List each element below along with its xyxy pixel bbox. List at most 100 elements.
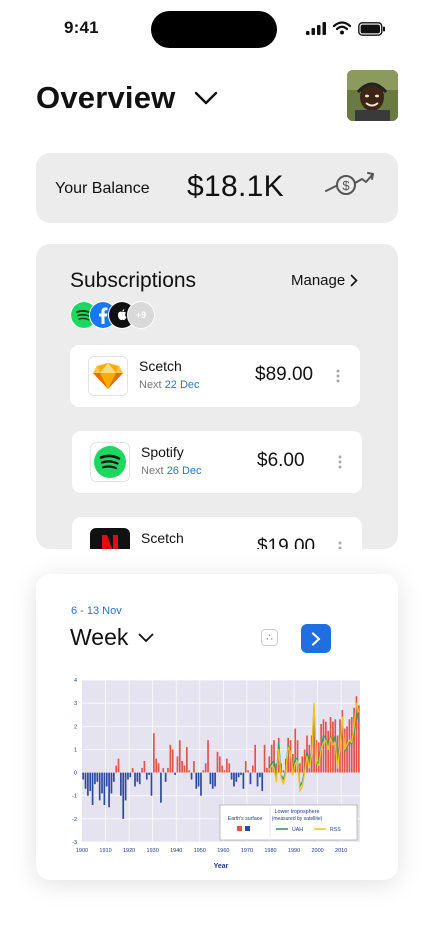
manage-label: Manage	[291, 272, 346, 289]
surface-bar	[87, 772, 89, 796]
y-tick-label: -3	[72, 840, 77, 846]
more-subscriptions-badge: +9	[127, 301, 155, 329]
sketch-icon	[88, 356, 128, 396]
status-bar: 9:41	[0, 0, 428, 60]
manage-link[interactable]: Manage	[291, 272, 358, 289]
chevron-down-icon	[138, 633, 154, 642]
legend-surface-warm-swatch	[237, 826, 242, 831]
subscription-price: $6.00	[257, 450, 305, 471]
subscriptions-panel: Subscriptions Manage +9 Scetch Next 22 D…	[36, 244, 398, 549]
surface-bar	[190, 772, 193, 780]
surface-bar	[178, 740, 181, 773]
y-tick-label: -2	[72, 817, 77, 823]
subscription-item[interactable]: Spotify Next 26 Dec $6.00	[72, 431, 362, 493]
period-title: Week	[70, 624, 129, 650]
surface-bar	[211, 772, 214, 789]
surface-bar	[254, 744, 257, 773]
subscription-item[interactable]: Scetch Next 22 Dec $89.00	[70, 345, 360, 407]
surface-bar	[110, 772, 113, 794]
surface-bar	[251, 765, 254, 773]
surface-bar	[244, 761, 247, 773]
surface-bar	[185, 747, 188, 773]
y-axis-ticks: 4 3 2 1 0 -1 -2 -3	[72, 678, 77, 846]
surface-bar	[230, 772, 233, 780]
surface-bar	[223, 770, 226, 773]
surface-bar	[329, 717, 332, 773]
surface-bar	[89, 772, 92, 792]
surface-bar	[127, 772, 129, 780]
legend-satellite-title: Lower troposphere	[275, 809, 320, 815]
surface-bar	[136, 772, 139, 782]
surface-bar	[145, 772, 148, 780]
wifi-icon	[333, 21, 351, 35]
surface-bar	[82, 772, 85, 780]
balance-label: Your Balance	[55, 180, 150, 197]
surface-bar	[157, 763, 160, 773]
x-tick-label: 1920	[123, 848, 135, 854]
subscription-name: Spotify	[141, 444, 184, 460]
x-tick-label: 1980	[264, 848, 276, 854]
surface-bar	[134, 772, 136, 787]
x-tick-label: 2010	[335, 848, 347, 854]
surface-bar	[129, 772, 132, 778]
surface-bar	[202, 770, 205, 773]
legend-surface-cool-swatch	[245, 826, 250, 831]
subscription-price: $89.00	[255, 364, 314, 385]
surface-bar	[228, 763, 231, 773]
surface-bar	[332, 721, 334, 773]
y-tick-label: -1	[72, 794, 77, 800]
surface-bar	[164, 772, 167, 782]
x-tick-label: 1960	[217, 848, 229, 854]
period-selector[interactable]: Week	[70, 624, 154, 651]
surface-bar	[183, 765, 186, 773]
x-tick-label: 2000	[311, 848, 323, 854]
y-tick-label: 2	[74, 724, 77, 730]
subscriptions-title: Subscriptions	[70, 269, 197, 292]
y-tick-label: 4	[74, 678, 77, 684]
surface-bar	[169, 744, 172, 773]
balance-value: $18.1K	[187, 170, 284, 203]
next-billing-date: 22 Dec	[164, 379, 200, 391]
next-billing: Next 22 Dec	[139, 379, 200, 391]
more-options-icon[interactable]	[336, 369, 340, 383]
surface-bar	[174, 772, 176, 775]
scatter-view-icon[interactable]	[261, 629, 278, 646]
surface-bar	[138, 772, 141, 785]
more-options-icon[interactable]	[338, 541, 342, 549]
more-options-icon[interactable]	[338, 455, 342, 469]
surface-bar	[204, 763, 207, 773]
surface-bar	[98, 772, 101, 801]
surface-bar	[226, 758, 228, 773]
surface-bar	[188, 770, 191, 773]
surface-bar	[327, 730, 330, 773]
surface-bar	[171, 749, 174, 773]
surface-bar	[148, 772, 150, 775]
avatar[interactable]	[347, 70, 398, 121]
chart-legend: Lower troposphere (measured by satellite…	[219, 804, 358, 841]
chevron-down-icon[interactable]	[193, 85, 219, 111]
surface-bar	[153, 733, 155, 773]
subscription-name: Scetch	[141, 530, 184, 546]
surface-bar	[91, 772, 94, 805]
surface-bar	[195, 772, 198, 789]
surface-bar	[103, 772, 106, 805]
chevron-right-icon	[311, 631, 321, 646]
x-tick-label: 1910	[99, 848, 111, 854]
surface-bar	[218, 756, 221, 773]
surface-bar	[112, 772, 115, 782]
surface-bar	[160, 772, 162, 803]
y-tick-label: 0	[74, 771, 77, 777]
subscription-item[interactable]: Scetch $19.00	[72, 517, 362, 549]
x-axis-ticks: 1900 1910 1920 1930 1940 1950 1960 1970 1980 1990…	[76, 848, 347, 854]
x-tick-label: 1900	[76, 848, 88, 854]
surface-bar	[247, 770, 249, 773]
next-period-button[interactable]	[301, 624, 331, 653]
surface-bar	[233, 772, 235, 787]
surface-bar	[301, 756, 304, 773]
netflix-icon	[90, 528, 130, 549]
temperature-chart: 4 3 2 1 0 -1 -2 -3 1900 1910 1920 1930 1940 1950 1960…	[72, 678, 360, 870]
y-tick-label: 1	[74, 747, 77, 753]
x-tick-label: 1970	[241, 848, 253, 854]
balance-card[interactable]: Your Balance $18.1K $	[36, 153, 398, 223]
legend-uah-label: UAH	[292, 827, 303, 833]
